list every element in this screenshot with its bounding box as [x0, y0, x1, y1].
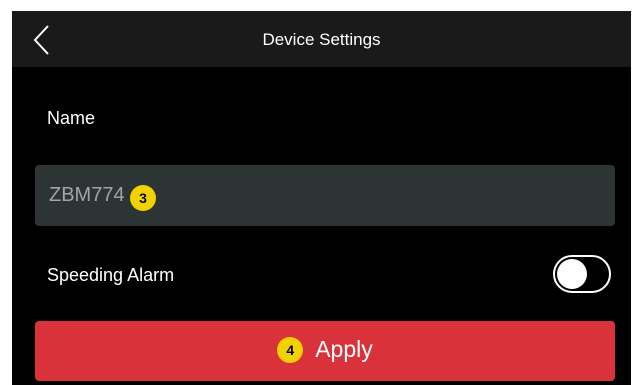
header-bar: Device Settings	[12, 11, 631, 67]
step-badge-3: 3	[130, 185, 156, 211]
page-title: Device Settings	[262, 30, 381, 49]
toggle-knob	[557, 259, 587, 289]
apply-button-label: Apply	[315, 336, 373, 362]
step-badge-4: 4	[277, 336, 304, 363]
device-settings-screen: Device Settings Name ZBM774 3 Speeding A…	[12, 11, 631, 385]
name-input-value: ZBM774	[49, 184, 125, 206]
name-label: Name	[47, 108, 96, 128]
speeding-alarm-toggle[interactable]	[553, 255, 611, 293]
apply-button[interactable]: 4 Apply	[35, 321, 615, 381]
name-input[interactable]: ZBM774	[35, 165, 615, 226]
speeding-alarm-label: Speeding Alarm	[47, 265, 175, 285]
